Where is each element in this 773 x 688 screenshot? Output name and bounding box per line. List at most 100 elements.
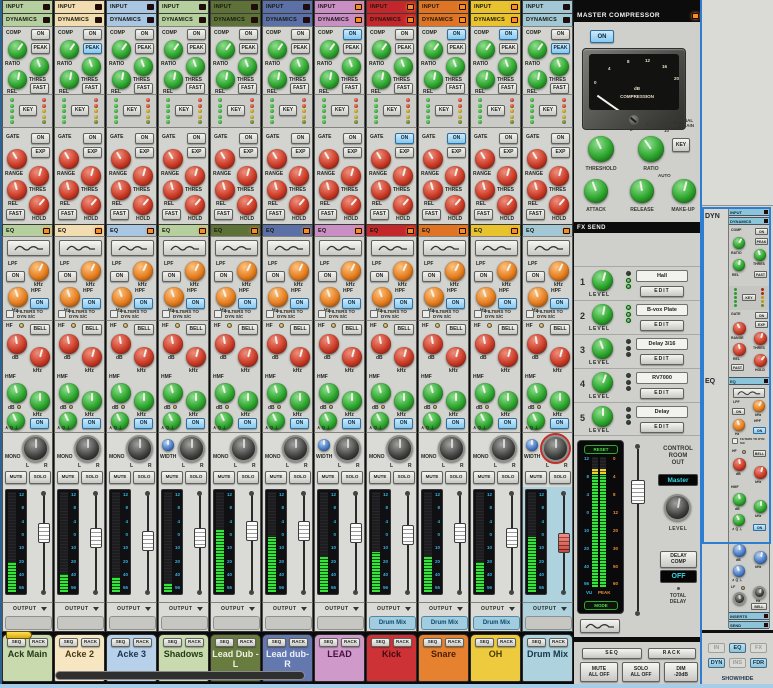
mute-button[interactable]: MUTE bbox=[525, 471, 547, 484]
solo-button[interactable]: SOLO bbox=[29, 471, 51, 484]
rack-button[interactable]: RACK bbox=[237, 638, 256, 647]
gate-fast-button[interactable]: FAST bbox=[110, 209, 129, 220]
gate-on-button[interactable]: ON bbox=[499, 133, 518, 144]
seq-button[interactable]: SEQ bbox=[527, 638, 546, 647]
hmf-freq-knob[interactable] bbox=[134, 391, 154, 411]
eq-section-header[interactable]: EQ bbox=[2, 224, 53, 236]
comp-thres-knob[interactable] bbox=[342, 57, 361, 76]
gate-exp-button[interactable]: EXP bbox=[31, 147, 50, 158]
gate-thres-knob[interactable] bbox=[81, 166, 101, 186]
dynamics-section-header[interactable]: DYNAMICS bbox=[262, 13, 313, 26]
eq-section-header[interactable]: EQ bbox=[314, 224, 365, 236]
lpf-freq-knob[interactable] bbox=[81, 261, 101, 281]
hf-bell-button[interactable]: BELL bbox=[30, 324, 50, 335]
hf-bell-button[interactable]: BELL bbox=[498, 324, 518, 335]
fx-send-name[interactable]: B-vox Plate bbox=[636, 304, 688, 316]
master-rack-button[interactable]: RACK bbox=[648, 648, 696, 659]
filters-to-dyn-checkbox[interactable] bbox=[266, 310, 274, 318]
comp-rel-knob[interactable] bbox=[164, 70, 183, 89]
eq-curve-button[interactable] bbox=[267, 240, 310, 256]
comp-peak-button[interactable]: PEAK bbox=[551, 43, 570, 54]
attack-knob[interactable] bbox=[584, 179, 608, 203]
hf-freq-knob[interactable] bbox=[290, 347, 310, 367]
hmf-gain-knob[interactable] bbox=[423, 383, 443, 403]
dynamics-section-header[interactable]: DYNAMICS bbox=[158, 13, 209, 26]
eq-on-button[interactable]: ON bbox=[446, 418, 465, 429]
comp-on-button[interactable]: ON bbox=[551, 29, 570, 40]
comp-peak-button[interactable]: PEAK bbox=[239, 43, 258, 54]
solo-button[interactable]: SOLO bbox=[549, 471, 571, 484]
gate-on-button[interactable]: ON bbox=[187, 133, 206, 144]
hf-freq-knob[interactable] bbox=[82, 347, 102, 367]
comp-fast-button[interactable]: FAST bbox=[186, 83, 205, 94]
comp-thres-knob[interactable] bbox=[186, 57, 205, 76]
rack-button[interactable]: RACK bbox=[289, 638, 308, 647]
gate-thres-knob[interactable] bbox=[237, 166, 257, 186]
seq-button[interactable]: SEQ bbox=[7, 638, 26, 647]
comp-rel-knob[interactable] bbox=[372, 70, 391, 89]
gate-range-knob[interactable] bbox=[163, 149, 183, 169]
hf-bell-button[interactable]: BELL bbox=[186, 324, 206, 335]
gate-exp-button[interactable]: EXP bbox=[83, 147, 102, 158]
comp-fast-button[interactable]: FAST bbox=[498, 83, 517, 94]
width-knob[interactable] bbox=[526, 439, 538, 451]
gate-fast-button[interactable]: FAST bbox=[266, 209, 285, 220]
eq-on-button[interactable]: ON bbox=[394, 418, 413, 429]
channel-name[interactable]: Shadows bbox=[160, 650, 207, 660]
fx-send-level-knob[interactable] bbox=[592, 338, 613, 359]
gate-rel-knob[interactable] bbox=[163, 180, 183, 200]
hf-bell-button[interactable]: BELL bbox=[342, 324, 362, 335]
hmf-freq-knob[interactable] bbox=[498, 391, 518, 411]
filters-to-dyn-checkbox[interactable] bbox=[162, 310, 170, 318]
lpf-freq-knob[interactable] bbox=[29, 261, 49, 281]
comp-rel-knob[interactable] bbox=[216, 70, 235, 89]
fx-send-name[interactable]: Delay 3/16 bbox=[636, 338, 688, 350]
gate-thres-knob[interactable] bbox=[445, 166, 465, 186]
fader-cap[interactable] bbox=[38, 523, 50, 543]
eq-on-button[interactable]: ON bbox=[134, 418, 153, 429]
lpf-freq-knob[interactable] bbox=[549, 261, 569, 281]
mute-button[interactable]: MUTE bbox=[421, 471, 443, 484]
fx-edit-button[interactable]: EDIT bbox=[640, 320, 684, 331]
gate-thres-knob[interactable] bbox=[497, 166, 517, 186]
seq-button[interactable]: SEQ bbox=[111, 638, 130, 647]
gate-hold-knob[interactable] bbox=[81, 195, 101, 215]
input-section-header[interactable]: INPUT bbox=[262, 0, 313, 13]
fx-send-name[interactable]: Hall bbox=[636, 270, 688, 282]
dynamics-section-header[interactable]: DYNAMICS bbox=[314, 13, 365, 26]
key-button[interactable]: KEY bbox=[19, 105, 37, 116]
solo-button[interactable]: SOLO bbox=[393, 471, 415, 484]
mute-button[interactable]: MUTE bbox=[109, 471, 131, 484]
output-dropdown-arrow[interactable] bbox=[197, 607, 203, 611]
master-comp-on-button[interactable]: ON bbox=[590, 30, 614, 43]
seq-button[interactable]: SEQ bbox=[371, 638, 390, 647]
dynamics-section-header[interactable]: DYNAMICS bbox=[470, 13, 521, 26]
lpf-on-button[interactable]: ON bbox=[474, 271, 493, 282]
hpf-on-button[interactable]: ON bbox=[238, 298, 257, 309]
hf-freq-knob[interactable] bbox=[238, 347, 258, 367]
solo-button[interactable]: SOLO bbox=[185, 471, 207, 484]
comp-rel-knob[interactable] bbox=[476, 70, 495, 89]
lpf-freq-knob[interactable] bbox=[341, 261, 361, 281]
key-button[interactable]: KEY bbox=[175, 105, 193, 116]
control-room-level-knob[interactable] bbox=[664, 494, 691, 521]
dynamics-section-header[interactable]: DYNAMICS bbox=[366, 13, 417, 26]
dynamics-section-header[interactable]: DYNAMICS bbox=[418, 13, 469, 26]
hmf-gain-knob[interactable] bbox=[527, 383, 547, 403]
gate-range-knob[interactable] bbox=[371, 149, 391, 169]
fader-cap[interactable] bbox=[402, 525, 414, 545]
solo-button[interactable]: SOLO bbox=[497, 471, 519, 484]
output-dropdown-arrow[interactable] bbox=[509, 607, 515, 611]
solo-button[interactable]: SOLO bbox=[237, 471, 259, 484]
hpf-freq-knob[interactable] bbox=[320, 287, 340, 307]
hf-bell-button[interactable]: BELL bbox=[446, 324, 466, 335]
gate-range-knob[interactable] bbox=[267, 149, 287, 169]
lpf-on-button[interactable]: ON bbox=[162, 271, 181, 282]
gate-exp-button[interactable]: EXP bbox=[499, 147, 518, 158]
width-knob[interactable] bbox=[162, 439, 174, 451]
solo-button[interactable]: SOLO bbox=[445, 471, 467, 484]
show-hide-dyn-button[interactable]: DYN bbox=[708, 658, 725, 668]
fx-edit-button[interactable]: EDIT bbox=[640, 286, 684, 297]
hf-bell-button[interactable]: BELL bbox=[238, 324, 258, 335]
fx-edit-button[interactable]: EDIT bbox=[640, 422, 684, 433]
